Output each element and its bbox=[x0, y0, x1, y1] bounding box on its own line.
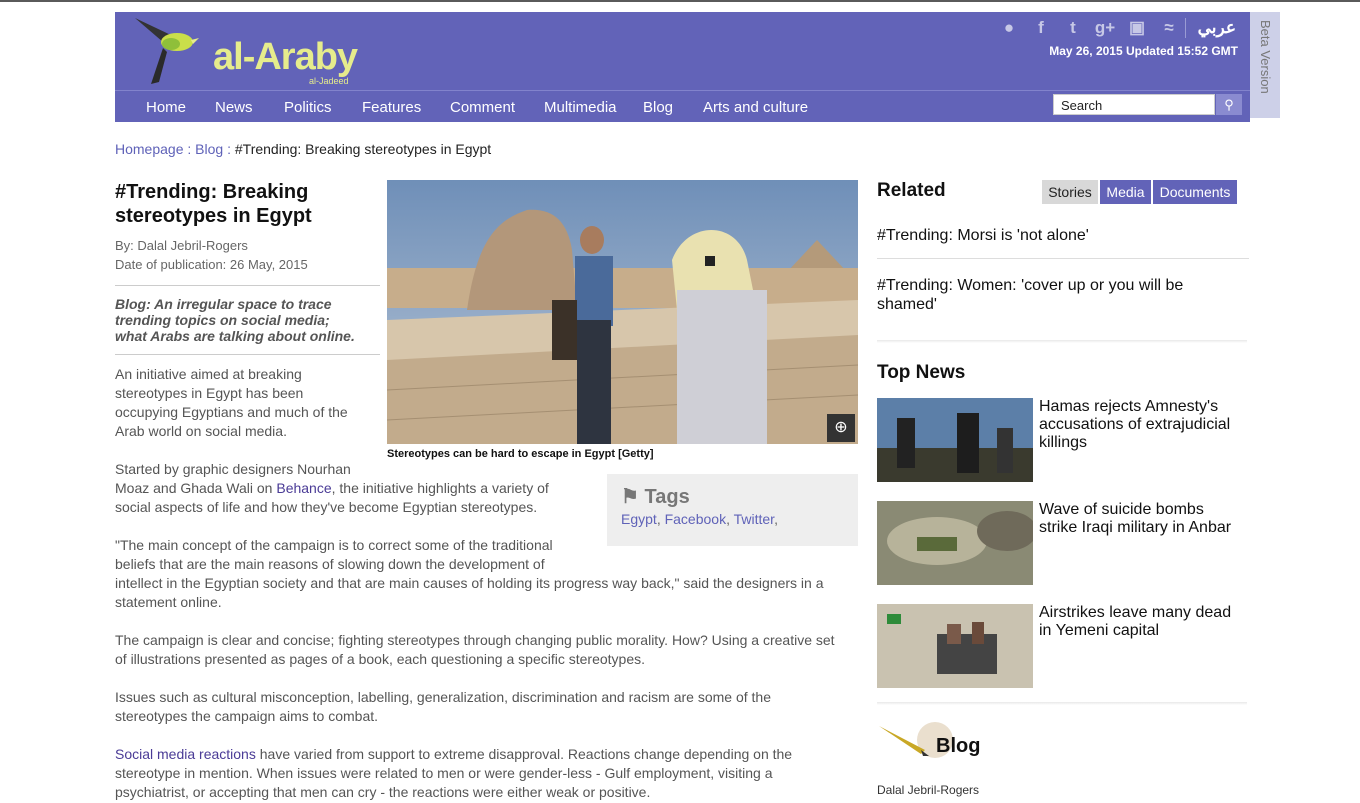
tags-heading: ⚑ Tags bbox=[621, 486, 690, 508]
site-header: al-Araby al-Jadeed ● f t g+ ▣ ≈ عربي May… bbox=[115, 12, 1250, 122]
breadcrumb-separator: : bbox=[183, 141, 196, 157]
top-news-headline[interactable]: Airstrikes leave many dead in Yemeni cap… bbox=[1039, 604, 1239, 640]
related-heading: Related bbox=[877, 180, 946, 201]
breadcrumb-home[interactable]: Homepage bbox=[115, 141, 184, 157]
top-news-headline[interactable]: Hamas rejects Amnesty's accusations of e… bbox=[1039, 398, 1239, 452]
nav-comment[interactable]: Comment bbox=[450, 99, 515, 116]
logo-text: al-Araby bbox=[213, 36, 358, 78]
article-paragraph: Started by graphic designers Nourhan Moa… bbox=[115, 461, 549, 515]
instagram-icon[interactable]: ▣ bbox=[1126, 18, 1148, 38]
facebook-icon[interactable]: f bbox=[1030, 18, 1052, 38]
article-paragraph: The campaign is clear and concise; fight… bbox=[115, 632, 835, 667]
tags-box: ⚑ Tags Egypt, Facebook, Twitter, bbox=[607, 474, 858, 546]
blog-heading[interactable]: Blog bbox=[936, 735, 980, 758]
tab-stories[interactable]: Stories bbox=[1042, 180, 1098, 204]
site-logo[interactable]: al-Araby al-Jadeed bbox=[133, 14, 373, 90]
tags-list: Egypt, Facebook, Twitter, bbox=[621, 511, 778, 527]
blog-author[interactable]: Dalal Jebril-Rogers bbox=[877, 783, 979, 797]
nav-home[interactable]: Home bbox=[146, 99, 186, 116]
breadcrumb: Homepage : Blog : #Trending: Breaking st… bbox=[115, 141, 491, 157]
behance-link[interactable]: Behance bbox=[276, 480, 331, 496]
nav-news[interactable]: News bbox=[215, 99, 253, 116]
nav-blog[interactable]: Blog bbox=[643, 99, 673, 116]
breadcrumb-separator: : bbox=[223, 141, 235, 157]
breadcrumb-current: #Trending: Breaking stereotypes in Egypt bbox=[234, 141, 492, 157]
divider bbox=[877, 340, 1247, 343]
article-date: Date of publication: 26 May, 2015 bbox=[115, 257, 308, 272]
search-icon: ⚲ bbox=[1224, 97, 1234, 112]
divider bbox=[115, 354, 380, 355]
search-input[interactable]: Search bbox=[1053, 94, 1215, 115]
tag-egypt[interactable]: Egypt bbox=[621, 511, 657, 527]
article-title: #Trending: Breaking stereotypes in Egypt bbox=[115, 181, 312, 227]
article-paragraph: Issues such as cultural misconception, l… bbox=[115, 689, 771, 724]
header-date: May 26, 2015 Updated 15:52 GMT bbox=[1049, 44, 1238, 58]
nav-multimedia[interactable]: Multimedia bbox=[544, 99, 617, 116]
sphinx-photo bbox=[387, 180, 858, 444]
arabic-language-link[interactable]: عربي bbox=[1184, 18, 1236, 38]
social-icons: ● f t g+ ▣ ≈ bbox=[998, 18, 1180, 38]
article-paragraph: Social media reactions have varied from … bbox=[115, 746, 793, 800]
beta-version-tab[interactable]: Beta Version bbox=[1250, 12, 1280, 118]
zoom-photo-button[interactable]: ⊕ bbox=[827, 414, 855, 442]
rss-icon[interactable]: ≈ bbox=[1158, 18, 1180, 38]
top-news-thumbnail[interactable] bbox=[877, 604, 1033, 688]
logo-subtext: al-Jadeed bbox=[309, 76, 349, 86]
tag-twitter[interactable]: Twitter bbox=[734, 511, 774, 527]
nav-politics[interactable]: Politics bbox=[284, 99, 332, 116]
window-top-border bbox=[0, 0, 1360, 2]
divider bbox=[877, 258, 1249, 259]
bird-logo-icon bbox=[135, 18, 199, 84]
twitter-icon[interactable]: t bbox=[1062, 18, 1084, 38]
article-author: By: Dalal Jebril-Rogers bbox=[115, 238, 248, 253]
camera-icon[interactable]: ● bbox=[998, 18, 1020, 38]
divider bbox=[877, 702, 1247, 705]
tag-icon: ⚑ bbox=[621, 486, 645, 508]
article-photo[interactable] bbox=[387, 180, 858, 444]
top-news-thumbnail[interactable] bbox=[877, 398, 1033, 482]
google-plus-icon[interactable]: g+ bbox=[1094, 18, 1116, 38]
nav-features[interactable]: Features bbox=[362, 99, 421, 116]
tab-documents[interactable]: Documents bbox=[1153, 180, 1237, 204]
top-news-headline[interactable]: Wave of suicide bombs strike Iraqi milit… bbox=[1039, 501, 1239, 537]
tab-media[interactable]: Media bbox=[1100, 180, 1151, 204]
social-media-reactions-link[interactable]: Social media reactions bbox=[115, 746, 256, 762]
article-paragraph: "The main concept of the campaign is to … bbox=[115, 537, 824, 610]
article-standfirst: Blog: An irregular space to trace trendi… bbox=[115, 296, 355, 344]
nav-arts-and-culture[interactable]: Arts and culture bbox=[703, 99, 808, 116]
article-paragraph: An initiative aimed at breaking stereoty… bbox=[115, 366, 348, 439]
photo-caption: Stereotypes can be hard to escape in Egy… bbox=[387, 448, 654, 460]
top-news-thumbnail[interactable] bbox=[877, 501, 1033, 585]
divider bbox=[115, 285, 380, 286]
related-item[interactable]: #Trending: Women: 'cover up or you will … bbox=[877, 276, 1207, 314]
tag-facebook[interactable]: Facebook bbox=[665, 511, 726, 527]
related-item[interactable]: #Trending: Morsi is 'not alone' bbox=[877, 226, 1237, 245]
breadcrumb-blog[interactable]: Blog bbox=[195, 141, 223, 157]
search-button[interactable]: ⚲ bbox=[1216, 94, 1242, 115]
zoom-in-icon: ⊕ bbox=[834, 419, 848, 436]
top-news-heading: Top News bbox=[877, 362, 966, 383]
